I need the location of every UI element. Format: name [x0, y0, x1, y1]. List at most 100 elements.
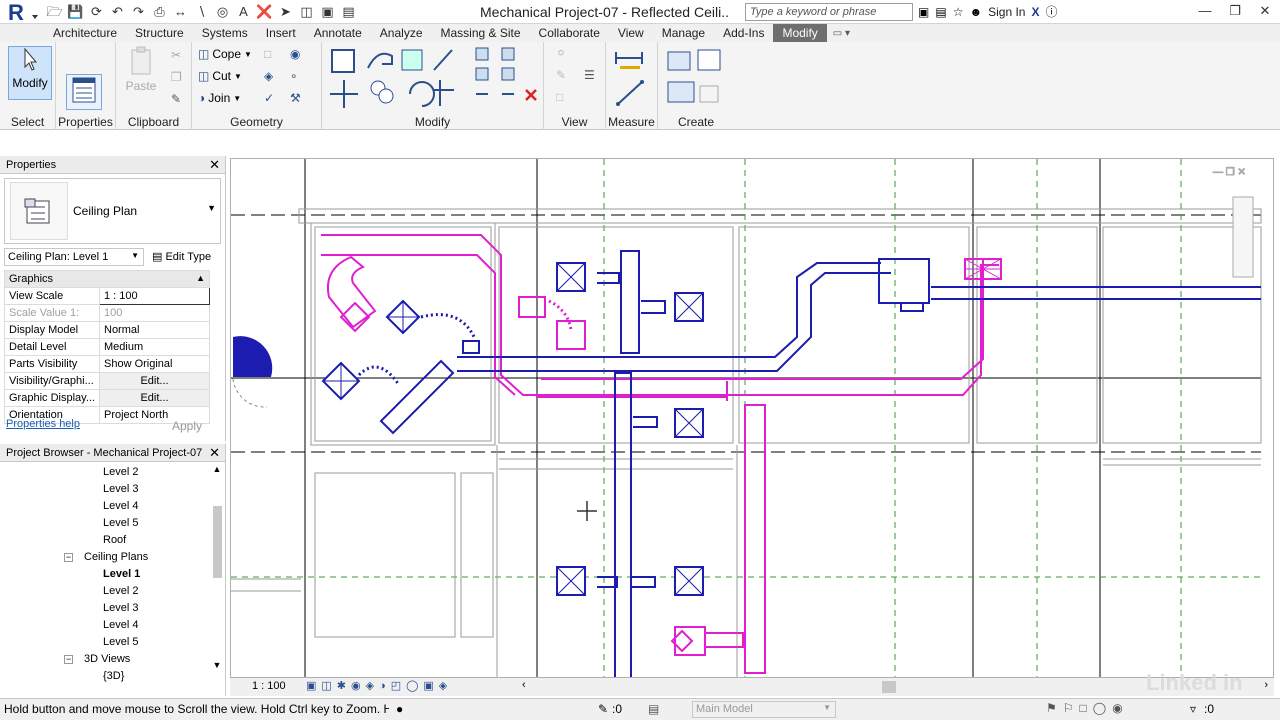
restore-icon[interactable]: ❐ — [1220, 0, 1250, 22]
design-option-selector[interactable]: Main Model ▼ — [692, 701, 836, 718]
tree-item-label: {3D} — [103, 670, 125, 682]
minimize-icon[interactable]: — — [1190, 0, 1220, 22]
redo-icon[interactable]: ↷ — [130, 3, 147, 20]
graphics-category[interactable]: Graphics ▲ — [4, 270, 210, 288]
binoculars-icon[interactable]: ▣ — [918, 5, 929, 19]
text-icon[interactable]: A — [235, 3, 252, 20]
horizontal-scroll-thumb[interactable] — [882, 681, 896, 693]
override-graphics-icon[interactable]: ✎ — [556, 68, 566, 82]
property-edit-button[interactable]: Edit... — [99, 372, 210, 390]
wall-joins-icon[interactable]: ◈ — [264, 69, 273, 83]
properties-help-link[interactable]: Properties help — [6, 418, 80, 430]
property-value[interactable]: Normal — [99, 321, 210, 339]
paste-button[interactable]: Paste — [122, 46, 160, 98]
design-options-icon[interactable]: ▤ — [648, 702, 659, 716]
modify-button[interactable]: Modify — [8, 46, 52, 100]
tab-insert[interactable]: Insert — [257, 24, 305, 42]
properties-button[interactable] — [66, 74, 102, 110]
dimension-icon[interactable]: ∖ — [193, 3, 210, 20]
linework-icon[interactable]: ☰ — [584, 68, 595, 82]
svg-text:R: R — [8, 1, 24, 23]
paint-view-icon[interactable]: □ — [556, 90, 563, 104]
tab-add-ins[interactable]: Add-Ins — [714, 24, 773, 42]
thin-lines-icon[interactable]: ◫ — [298, 3, 315, 20]
tree-item-label: Level 2 — [103, 585, 139, 597]
tab-analyze[interactable]: Analyze — [371, 24, 432, 42]
selection-filter-icons[interactable]: ⚑⚐□◯◉ — [1046, 701, 1129, 715]
tab-massing-site[interactable]: Massing & Site — [432, 24, 530, 42]
editable-only-icon[interactable]: ✎ — [598, 702, 608, 716]
paint-icon[interactable]: ◉ — [290, 47, 300, 61]
cut-button[interactable]: ◫ Cut ▼ — [198, 69, 242, 83]
favorites-star-icon[interactable]: ☆ — [953, 5, 964, 19]
tab-modify[interactable]: Modify — [773, 24, 827, 42]
exchange-apps-icon[interactable]: X — [1031, 5, 1039, 19]
hide-bulb-icon[interactable]: ⚪ — [556, 46, 566, 60]
open-icon[interactable]: 🗁 — [46, 3, 63, 20]
view-control-icons[interactable]: ▣◫✱◉◈◑◰◯▣◈ — [306, 679, 452, 692]
revit-logo-icon[interactable]: R — [4, 0, 40, 25]
subscription-icon[interactable]: ▤ — [935, 5, 946, 19]
property-edit-button[interactable]: Edit... — [99, 389, 210, 407]
sign-in-link[interactable]: Sign In — [988, 5, 1025, 19]
tab-collaborate[interactable]: Collaborate — [530, 24, 609, 42]
type-selector[interactable]: Ceiling Plan ▼ — [4, 178, 221, 244]
print-icon[interactable]: ⎙ — [151, 3, 168, 20]
tab-manage[interactable]: Manage — [653, 24, 714, 42]
help-icon[interactable]: ⓘ — [1045, 3, 1057, 20]
close-icon[interactable]: ✕ — [1250, 0, 1280, 22]
panel-label-select[interactable]: Select — [0, 114, 55, 130]
cope-button[interactable]: ◫ Cope ▼ — [198, 47, 252, 61]
browser-scrollbar[interactable]: ▲ ▼ — [211, 464, 223, 670]
demolish-icon[interactable]: ✓ — [264, 91, 274, 105]
type-name: Ceiling Plan — [73, 204, 138, 218]
collapse-icon[interactable]: − — [64, 553, 73, 562]
property-value[interactable]: Show Original — [99, 355, 210, 373]
switch-windows-icon[interactable]: ▤ — [340, 3, 357, 20]
save-icon[interactable]: 💾 — [67, 3, 84, 20]
collapse-icon[interactable]: − — [64, 655, 73, 664]
view-scale[interactable]: 1 : 100 — [252, 680, 286, 692]
remove-paint-icon[interactable]: ∘ — [290, 69, 298, 83]
type-dropdown-icon[interactable]: ▼ — [207, 203, 216, 213]
ribbon-minimize-icon[interactable]: ▭ ▾ — [827, 28, 856, 39]
tab-systems[interactable]: Systems — [193, 24, 257, 42]
scroll-left-icon[interactable]: ‹ — [522, 679, 526, 691]
join-button[interactable]: ◑ Join ▼ — [198, 91, 241, 105]
cut-scissors-icon[interactable]: ✂ — [171, 48, 181, 62]
user-icon[interactable]: ☻ — [969, 5, 982, 19]
measure-tools-icons — [615, 52, 644, 106]
worksets-icon[interactable]: ● — [396, 702, 403, 716]
property-row: Scale Value 1: 100 — [4, 304, 210, 322]
instance-selector-value: Ceiling Plan: Level 1 — [8, 251, 109, 263]
copy-icon[interactable]: ❐ — [171, 70, 182, 84]
hammer-icon[interactable]: ⚒ — [290, 91, 301, 105]
split-face-icon[interactable]: □ — [264, 47, 271, 61]
filter-icon[interactable]: ▿ — [1190, 702, 1196, 716]
tab-structure[interactable]: Structure — [126, 24, 193, 42]
property-value[interactable]: Medium — [99, 338, 210, 356]
undo-icon[interactable]: ↶ — [109, 3, 126, 20]
match-type-icon[interactable]: ✎ — [171, 92, 181, 106]
close-hidden-icon[interactable]: ▣ — [319, 3, 336, 20]
apply-button[interactable]: Apply — [156, 417, 218, 435]
close-project-browser-icon[interactable]: ✕ — [209, 444, 220, 462]
scroll-right-icon[interactable]: › — [1264, 679, 1268, 691]
tab-architecture[interactable]: Architecture — [44, 24, 126, 42]
3d-view-icon[interactable]: ❌ — [256, 3, 273, 20]
edit-type-button[interactable]: ▤ Edit Type — [152, 250, 211, 263]
search-input[interactable] — [745, 3, 913, 21]
window-controls: — ❐ ✕ — [1190, 0, 1280, 22]
section-icon[interactable]: ➤ — [277, 3, 294, 20]
measure-icon[interactable]: ↔ — [172, 3, 189, 20]
browser-tree: Level 2 Level 3 Level 4 Level 5 Roof − Ceiling… — [0, 462, 225, 694]
tab-view[interactable]: View — [609, 24, 653, 42]
tab-annotate[interactable]: Annotate — [305, 24, 371, 42]
sync-icon[interactable]: ⟳ — [88, 3, 105, 20]
modify-tools-icons — [330, 47, 537, 108]
drawing-canvas[interactable]: — ❐ ✕ — [230, 158, 1274, 678]
property-value[interactable]: 1 : 100 — [99, 287, 210, 305]
close-properties-icon[interactable]: ✕ — [209, 156, 220, 174]
instance-selector[interactable]: Ceiling Plan: Level 1 ▼ — [4, 248, 144, 266]
tag-icon[interactable]: ◎ — [214, 3, 231, 20]
